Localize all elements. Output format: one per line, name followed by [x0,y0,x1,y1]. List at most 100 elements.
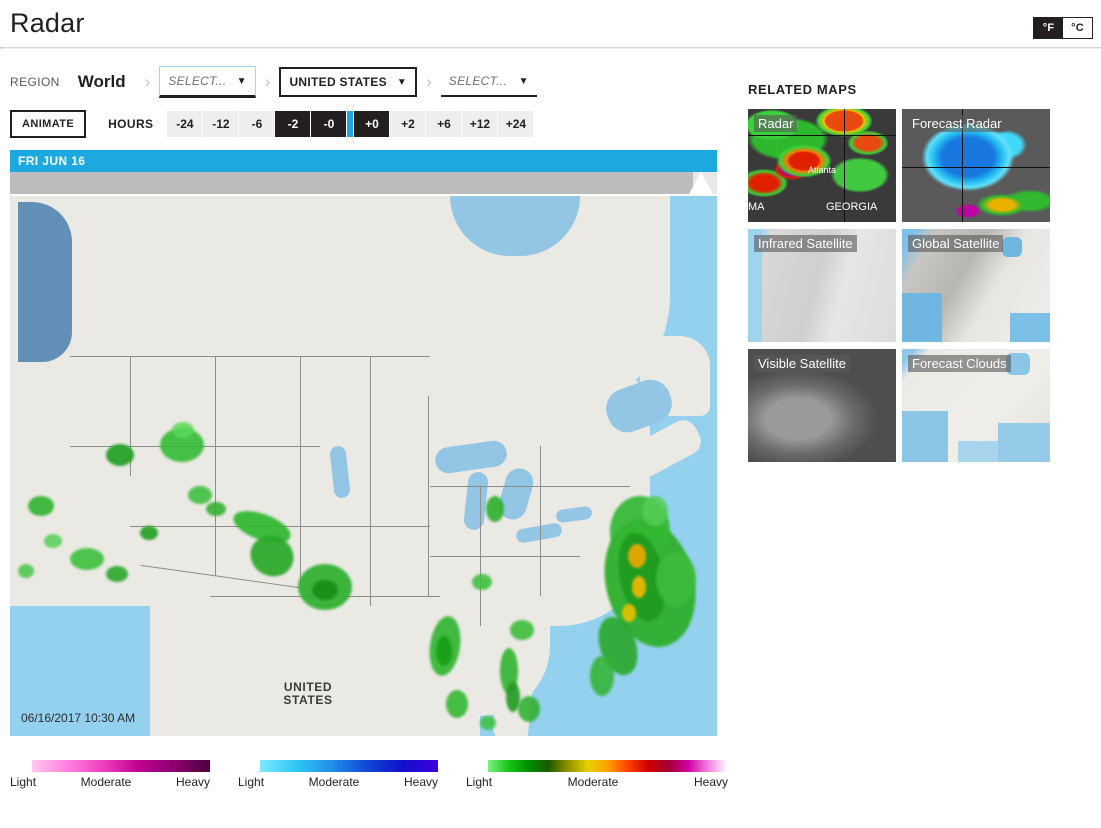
animate-button[interactable]: ANIMATE [10,110,87,138]
border-state-vertical-3 [300,356,301,586]
radar-echo [486,496,504,522]
legend-rain-moderate: Moderate [567,775,619,789]
legend-mixed: Light Moderate Heavy [10,760,210,789]
region-select-country[interactable]: UNITED STATES ▼ [279,67,418,97]
related-map-radar-label: Radar [754,115,798,132]
unit-fahrenheit-button[interactable]: °F [1034,18,1063,38]
coastline-british-columbia [18,202,72,362]
legend-snow-scale: Light Moderate Heavy [238,775,438,789]
region-select-3-value: SELECT... [448,74,508,88]
breadcrumb-chevron-icon: › [426,72,432,91]
map-timestamp: 06/16/2017 10:30 AM [21,711,136,725]
related-maps-panel: RELATED MAPS Atlanta GEORGIA MA Radar Fo… [748,82,1058,462]
legend-rain: Light Moderate Heavy [466,760,728,789]
hour-button-plus24[interactable]: +24 [498,111,534,137]
legend-mixed-gradient [32,760,210,772]
region-select-1[interactable]: SELECT... ▼ [159,66,256,98]
related-map-visible-satellite-label: Visible Satellite [754,355,850,372]
legend-mixed-light: Light [10,775,37,789]
radar-echo [44,534,62,548]
radar-echo-northeast [632,576,646,598]
hour-button-minus2[interactable]: -2 [275,111,311,137]
border-state-vertical-5 [428,396,429,596]
radar-echo-northeast [642,496,668,526]
chevron-down-icon: ▼ [236,75,247,87]
radar-echo [510,620,534,640]
radar-echo [480,716,496,730]
radar-echo-northeast [656,552,696,606]
date-bar: FRI JUN 16 [10,150,717,172]
legend-rain-heavy: Heavy [693,775,728,789]
border-state-vertical-6 [480,486,481,626]
timeline-track-fill [10,172,693,194]
radar-echo [140,526,158,540]
legend-snow-gradient [260,760,438,772]
related-map-radar[interactable]: Atlanta GEORGIA MA Radar [748,109,896,222]
hour-button-minus12[interactable]: -12 [203,111,239,137]
breadcrumb-chevron-icon: › [144,72,151,91]
hour-button-minus0[interactable]: -0 [311,111,347,137]
timeline-slider[interactable] [10,172,717,194]
radar-echo [312,580,338,600]
hour-button-plus6[interactable]: +6 [426,111,462,137]
legend-snow-heavy: Heavy [403,775,438,789]
related-maps-grid: Atlanta GEORGIA MA Radar Forecast Radar … [748,109,1058,462]
related-map-forecast-radar-label: Forecast Radar [908,115,1006,132]
unit-celsius-button[interactable]: °C [1063,18,1092,38]
legend-mixed-heavy: Heavy [175,775,210,789]
region-current[interactable]: World [78,72,126,92]
hour-offset-strip: -24 -12 -6 -2 -0 +0 +2 +6 +12 +24 [167,111,534,137]
radar-echo [506,682,520,712]
region-select-3[interactable]: SELECT... ▼ [440,67,537,97]
legend-snow-moderate: Moderate [308,775,360,789]
legend-snow: Light Moderate Heavy [238,760,438,789]
timeline-playhead[interactable] [689,172,713,194]
border-state-horizontal-5 [430,556,580,557]
page-title: Radar [10,8,85,38]
radar-echo [472,574,492,590]
radar-echo [106,566,128,582]
hour-button-plus2[interactable]: +2 [390,111,426,137]
related-map-forecast-clouds-label: Forecast Clouds [908,355,1011,372]
hour-button-minus6[interactable]: -6 [239,111,275,137]
radar-echo [70,548,104,570]
radar-echo-northeast [628,544,646,568]
legend-rain-light: Light [466,775,493,789]
legend-mixed-moderate: Moderate [80,775,132,789]
radar-echo-northeast [590,656,614,696]
related-map-forecast-radar[interactable]: Forecast Radar [902,109,1050,222]
radar-echo [18,564,34,578]
radar-echo-northeast [622,604,636,622]
radar-echo [436,636,452,666]
border-state-horizontal-4 [430,486,630,487]
radar-echo [206,502,226,516]
related-maps-title: RELATED MAPS [748,82,857,97]
legend-rain-gradient [488,760,728,772]
radar-echo [446,690,468,718]
hour-button-plus0[interactable]: +0 [354,111,390,137]
chevron-down-icon: ▼ [518,75,529,87]
border-canada-us [70,356,430,357]
chevron-down-icon: ▼ [396,76,408,88]
radar-echo [28,496,54,516]
legend-mixed-scale: Light Moderate Heavy [10,775,210,789]
radar-echo [188,486,212,504]
region-label: REGION [10,75,60,89]
now-divider [347,111,354,137]
region-select-1-value: SELECT... [168,74,227,88]
hours-label: HOURS [108,117,154,131]
legend-rain-scale: Light Moderate Heavy [466,775,728,789]
radar-echo [106,444,134,466]
related-map-visible-satellite[interactable]: Visible Satellite [748,349,896,462]
hour-button-minus24[interactable]: -24 [167,111,203,137]
related-map-global-satellite[interactable]: Global Satellite [902,229,1050,342]
legend-snow-light: Light [238,775,265,789]
hour-button-plus12[interactable]: +12 [462,111,498,137]
related-map-forecast-clouds[interactable]: Forecast Clouds [902,349,1050,462]
border-state-vertical-7 [540,446,541,596]
related-map-infrared-satellite[interactable]: Infrared Satellite [748,229,896,342]
radar-echo [518,696,540,722]
radar-map[interactable]: UNITED STATES MEXICO GUATEMALA BERMUDA B… [10,196,717,736]
temperature-unit-toggle[interactable]: °F °C [1033,17,1093,39]
border-state-vertical-2 [215,356,216,576]
